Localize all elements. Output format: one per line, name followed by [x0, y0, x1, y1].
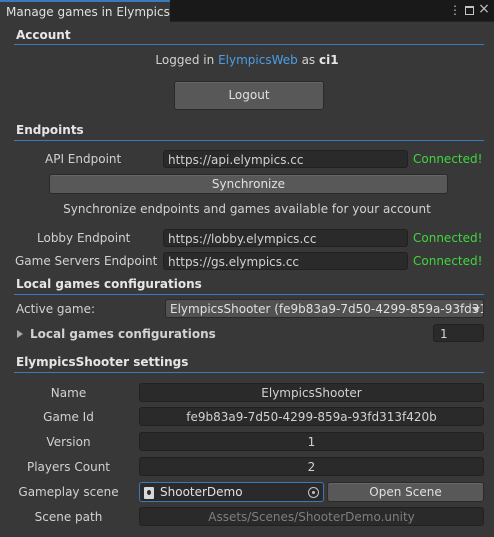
- name-label: Name: [50, 386, 87, 400]
- account-separator: [14, 44, 484, 45]
- gameservers-endpoint-label: Game Servers Endpoint: [15, 254, 158, 268]
- kebab-menu-icon[interactable]: ⋮: [449, 3, 461, 17]
- local-games-separator: [14, 294, 484, 295]
- gameservers-endpoint-status: Connected!: [413, 254, 483, 268]
- close-icon[interactable]: ×: [478, 2, 490, 17]
- lobby-endpoint-label: Lobby Endpoint: [37, 231, 131, 245]
- active-game-value: ElympicsShooter (fe9b83a9-7d50-4299-859a…: [170, 302, 483, 316]
- object-picker-icon[interactable]: [308, 487, 319, 498]
- maximize-icon[interactable]: [465, 5, 474, 15]
- gameplay-scene-field[interactable]: ShooterDemo: [139, 482, 324, 502]
- api-endpoint-input[interactable]: https://api.elympics.cc: [163, 150, 408, 168]
- lobby-endpoint-input[interactable]: https://lobby.elympics.cc: [163, 229, 408, 247]
- game-id-label: Game Id: [43, 410, 94, 424]
- version-input[interactable]: 1: [139, 432, 484, 451]
- as-word: as: [301, 53, 316, 67]
- service-name-link[interactable]: ElympicsWeb: [218, 53, 298, 67]
- name-input[interactable]: ElympicsShooter: [139, 383, 484, 402]
- active-game-label: Active game:: [16, 302, 96, 316]
- synchronize-button[interactable]: Synchronize: [49, 174, 448, 194]
- players-count-input[interactable]: 2: [139, 457, 484, 476]
- gameservers-endpoint-input[interactable]: https://gs.elympics.cc: [163, 252, 408, 270]
- local-games-count-field[interactable]: 1: [433, 324, 484, 342]
- logout-button[interactable]: Logout: [174, 81, 324, 110]
- active-game-dropdown[interactable]: ElympicsShooter (fe9b83a9-7d50-4299-859a…: [165, 299, 484, 318]
- version-label: Version: [46, 435, 91, 449]
- endpoints-section-title: Endpoints: [16, 123, 84, 137]
- logged-in-prefix: Logged in: [155, 53, 215, 67]
- settings-separator: [14, 372, 484, 373]
- endpoints-separator: [14, 140, 484, 141]
- window-tab-title: Manage games in Elympics: [6, 5, 170, 19]
- window-tab[interactable]: Manage games in Elympics: [0, 0, 170, 22]
- scene-path-label: Scene path: [34, 510, 103, 524]
- local-games-section-title: Local games configurations: [16, 277, 202, 291]
- editor-tab-bar: Manage games in Elympics ⋮ ×: [0, 0, 494, 22]
- players-count-label: Players Count: [26, 460, 111, 474]
- settings-section-title: ElympicsShooter settings: [16, 355, 189, 369]
- tab-controls: ⋮ ×: [449, 2, 490, 18]
- local-games-foldout-label[interactable]: Local games configurations: [30, 327, 216, 341]
- account-section-title: Account: [16, 28, 71, 42]
- lobby-endpoint-status: Connected!: [413, 231, 483, 245]
- scene-asset-icon: [144, 487, 154, 499]
- foldout-arrow-icon[interactable]: [17, 330, 23, 338]
- username: ci1: [319, 53, 339, 67]
- sync-hint-text: Synchronize endpoints and games availabl…: [63, 202, 431, 216]
- chevron-down-icon: [472, 307, 480, 312]
- game-id-input[interactable]: fe9b83a9-7d50-4299-859a-93fd313f420b: [139, 407, 484, 426]
- open-scene-button[interactable]: Open Scene: [327, 482, 484, 502]
- gameplay-scene-label: Gameplay scene: [18, 485, 119, 499]
- gameplay-scene-value: ShooterDemo: [160, 485, 243, 499]
- login-status-text: Logged in ElympicsWeb as ci1: [0, 53, 494, 67]
- api-endpoint-status: Connected!: [413, 152, 483, 166]
- scene-path-input: Assets/Scenes/ShooterDemo.unity: [139, 507, 484, 526]
- api-endpoint-label: API Endpoint: [45, 152, 122, 166]
